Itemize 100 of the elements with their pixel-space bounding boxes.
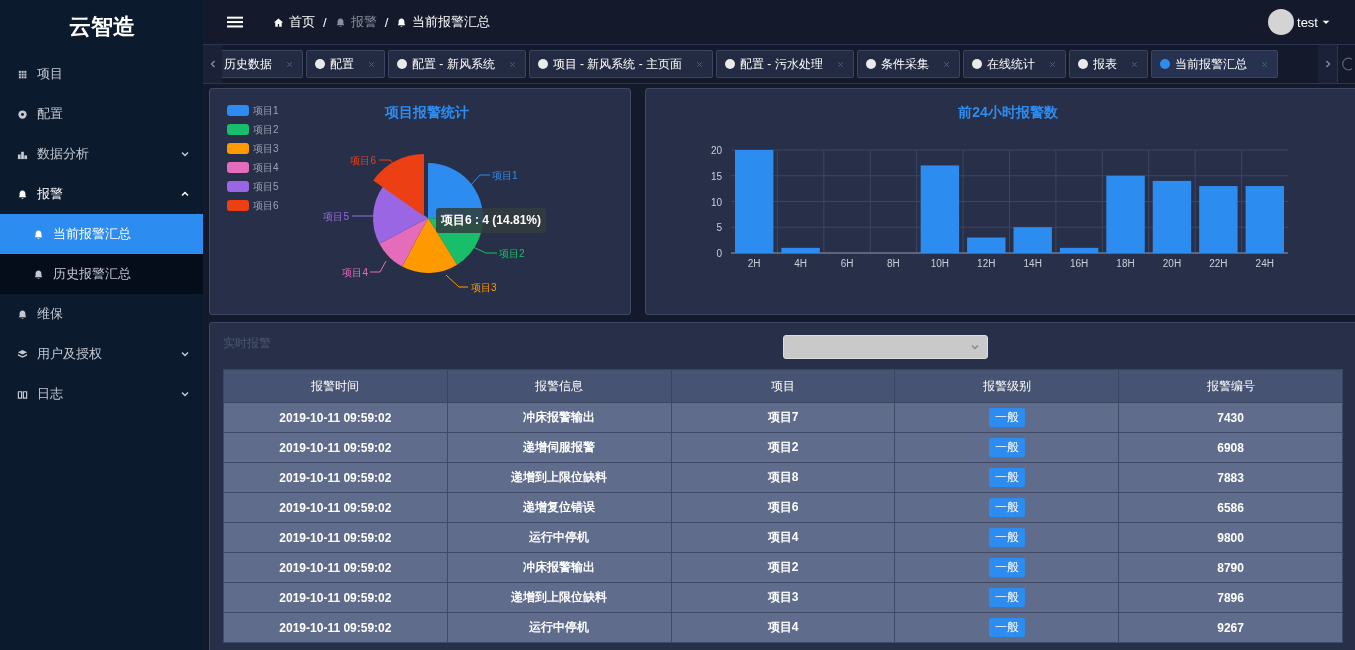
dot-icon	[315, 59, 325, 69]
close-icon	[367, 59, 376, 69]
chart-tooltip: 项目6 : 4 (14.81%)	[436, 208, 547, 233]
bell-icon	[17, 308, 28, 320]
bell-icon	[17, 188, 28, 200]
bell-icon	[33, 228, 44, 240]
level-tag: 一般	[988, 618, 1025, 637]
table-cell: 2019-10-11 09:59:02	[223, 522, 448, 553]
bell-icon	[334, 16, 346, 28]
slice-label: 项目6	[350, 155, 376, 166]
axis-tick-label: 10	[710, 196, 722, 208]
axis-tick-label: 5	[716, 222, 722, 234]
table-cell: 运行中停机	[447, 612, 672, 643]
sidebar-item[interactable]: 项目	[0, 54, 203, 94]
page-tab[interactable]: 在线统计	[962, 50, 1066, 78]
leader-line	[351, 215, 374, 217]
breadcrumb-item[interactable]: 报警	[334, 13, 377, 31]
grid-icon	[17, 68, 28, 80]
axis-tick-label: 4H	[794, 258, 807, 269]
level-tag: 一般	[988, 558, 1025, 577]
column-header[interactable]: 报警级别	[894, 369, 1119, 403]
column-header[interactable]: 报警时间	[223, 369, 448, 403]
dot-icon	[971, 59, 982, 69]
legend-label[interactable]: 项目6	[253, 200, 279, 211]
bar	[1059, 247, 1099, 253]
page-tab[interactable]: 当前报警汇总	[1150, 50, 1278, 78]
axis-tick-label: 24H	[1255, 258, 1274, 269]
table-cell: 2019-10-11 09:59:02	[223, 462, 448, 493]
page-tab[interactable]: 配置 - 污水处理	[716, 50, 854, 78]
sidebar-item[interactable]: 维保	[0, 294, 203, 334]
column-header[interactable]: 报警编号	[1118, 369, 1343, 403]
layers-icon	[17, 348, 28, 360]
column-header[interactable]: 报警信息	[447, 369, 672, 403]
breadcrumb-item[interactable]: 当前报警汇总	[396, 13, 491, 31]
legend-label[interactable]: 项目4	[253, 162, 279, 173]
table-cell: 2019-10-11 09:59:02	[223, 552, 448, 583]
dot-icon	[1159, 59, 1170, 69]
legend-label[interactable]: 项目1	[253, 105, 279, 116]
table-cell: 项目8	[671, 462, 895, 493]
legend-label[interactable]: 项目2	[253, 124, 279, 135]
table-cell: 7430	[1118, 402, 1343, 433]
page-tab[interactable]: 配置 - 新风系统	[388, 50, 526, 78]
close-icon	[507, 59, 517, 69]
slice-label: 项目3	[471, 282, 497, 293]
slice-label: 项目4	[342, 267, 368, 278]
avatar-icon	[1268, 9, 1295, 35]
breadcrumb-separator: /	[384, 14, 389, 30]
level-tag: 一般	[988, 498, 1025, 517]
legend-label[interactable]: 项目3	[253, 143, 279, 154]
sidebar-item[interactable]: 报警	[0, 174, 203, 214]
column-header[interactable]: 项目	[671, 369, 895, 403]
sidebar-item[interactable]: 日志	[0, 374, 203, 414]
axis-tick-label: 12H	[977, 258, 996, 269]
axis-tick-label: 16H	[1069, 258, 1089, 269]
page-tab[interactable]: 项目 - 新风系统 - 主页面	[528, 50, 713, 78]
table-cell: 2019-10-11 09:59:02	[223, 612, 448, 643]
sidebar-subitem[interactable]: 历史报警汇总	[0, 254, 203, 294]
page-tab[interactable]: 配置	[306, 50, 385, 78]
chart-title: 项目报警统计	[385, 104, 469, 120]
home-icon	[273, 16, 284, 28]
legend-label[interactable]: 项目5	[253, 181, 279, 192]
table-cell: 项目7	[671, 402, 895, 433]
page-tab[interactable]: 报表	[1068, 50, 1148, 78]
dot-icon	[725, 59, 735, 69]
slice-label: 项目1	[492, 170, 518, 181]
breadcrumb-item[interactable]: 首页	[273, 13, 315, 31]
table-cell: 递增到上限位缺料	[447, 582, 672, 613]
table-cell: 递增伺服报警	[447, 432, 672, 463]
table-cell: 6908	[1118, 432, 1343, 463]
table-cell: 冲床报警输出	[447, 552, 672, 583]
breadcrumb-separator: /	[323, 14, 327, 30]
table-cell: 运行中停机	[447, 522, 672, 553]
table-cell: 项目2	[671, 552, 895, 583]
sidebar-item[interactable]: 数据分析	[0, 134, 203, 174]
table-cell: 递增复位错误	[447, 492, 672, 523]
close-icon	[1129, 59, 1139, 69]
table-cell: 2019-10-11 09:59:02	[223, 492, 448, 523]
axis-tick-label: 8H	[887, 258, 900, 269]
table-cell: 7896	[1118, 582, 1343, 613]
table-cell: 7883	[1118, 462, 1343, 493]
menu-icon	[227, 14, 243, 30]
dot-icon	[865, 59, 876, 69]
sidebar-item[interactable]: 用户及授权	[0, 334, 203, 374]
slice-label: 项目2	[499, 248, 525, 259]
scroll-right-button[interactable]	[1318, 45, 1337, 83]
page-tab[interactable]: 历史数据	[222, 50, 303, 78]
filter-dropdown[interactable]	[783, 335, 988, 359]
table-cell: 冲床报警输出	[447, 402, 672, 433]
bar	[967, 237, 1006, 253]
scroll-left-button[interactable]	[203, 45, 222, 83]
table-cell: 项目4	[671, 522, 895, 553]
page-tab[interactable]: 条件采集	[856, 50, 960, 78]
sidebar-item[interactable]: 配置	[0, 94, 203, 134]
bell-icon	[33, 268, 44, 280]
user-menu[interactable]: test	[1268, 9, 1331, 35]
close-icon	[695, 59, 704, 69]
level-tag: 一般	[988, 468, 1025, 487]
table-cell: 9800	[1118, 522, 1343, 553]
app-logo: 云智造	[67, 13, 136, 41]
close-icon	[1047, 59, 1057, 69]
